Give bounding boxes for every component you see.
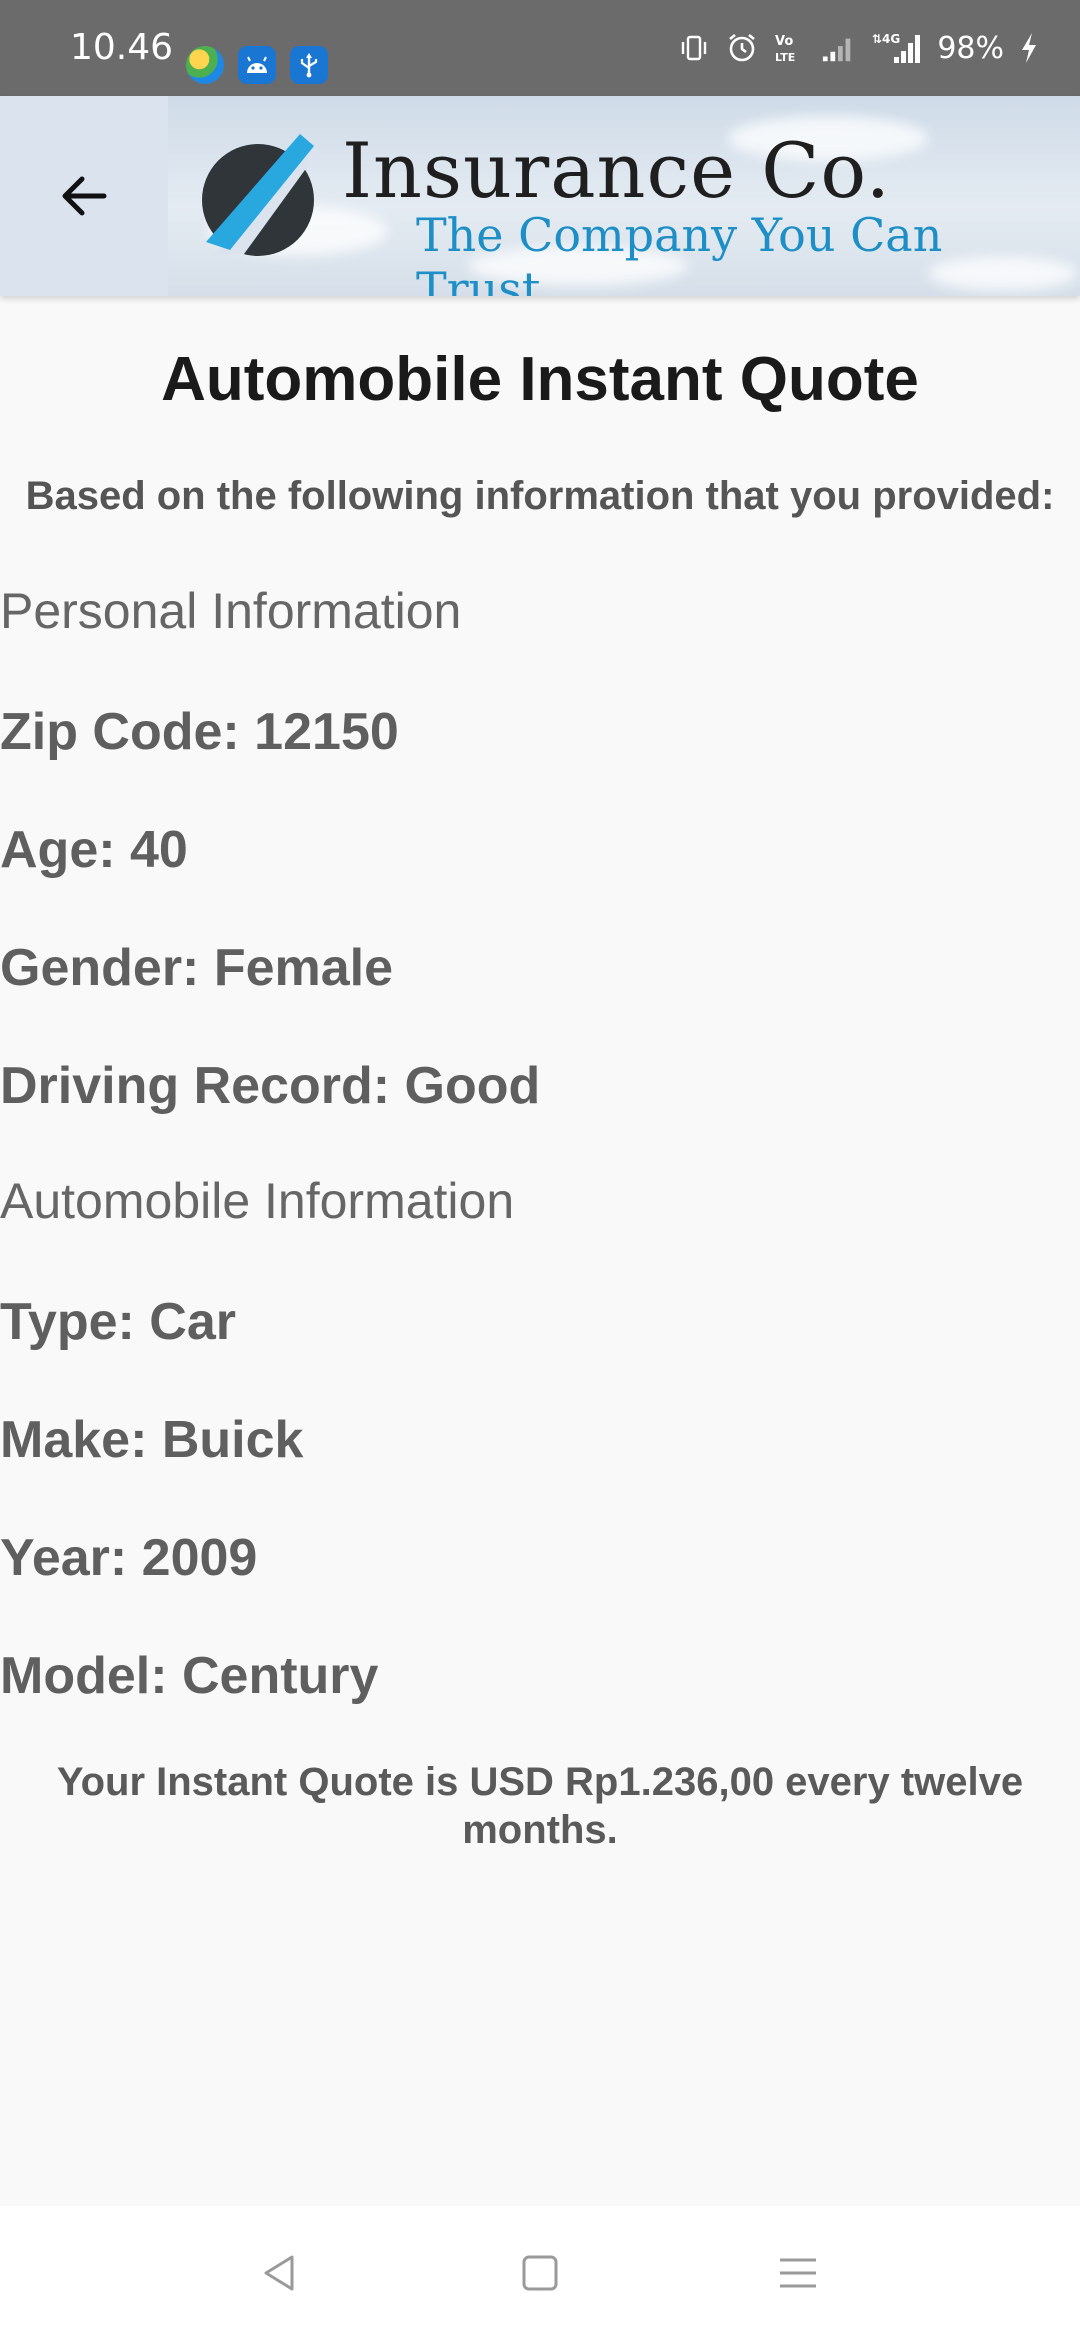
company-logo-icon <box>202 134 318 256</box>
nav-back-button[interactable] <box>250 2243 310 2303</box>
recents-menu-icon <box>780 2258 816 2288</box>
svg-text:Vo: Vo <box>775 34 793 49</box>
usb-icon <box>290 46 328 84</box>
logo-tagline: The Company You Can Trust <box>416 208 943 296</box>
status-time: 10.46 <box>70 27 174 68</box>
status-bar: 10.46 Vo LTE ⇅4G 98% <box>0 0 1080 96</box>
back-arrow-icon <box>62 176 107 216</box>
driving-record-field: Driving Record: Good <box>0 1057 541 1115</box>
automobile-info-heading: Automobile Information <box>0 1173 515 1229</box>
make-field: Make: Buick <box>0 1411 304 1469</box>
age-field: Age: 40 <box>0 821 188 879</box>
instant-quote-text: Your Instant Quote is USD Rp1.236,00 eve… <box>56 1760 1024 1852</box>
nav-recents-button[interactable] <box>768 2243 828 2303</box>
year-field: Year: 2009 <box>0 1529 258 1587</box>
subtitle: Based on the following information that … <box>25 474 1055 518</box>
vibrate-icon <box>677 31 711 65</box>
zip-code-field: Zip Code: 12150 <box>0 703 399 761</box>
page-title: Automobile Instant Quote <box>161 345 919 414</box>
back-triangle-icon <box>264 2255 294 2291</box>
logo-title: Insurance Co. <box>342 126 891 215</box>
personal-info-heading: Personal Information <box>0 583 462 639</box>
app-header: Insurance Co. The Company You Can Trust <box>0 96 1080 296</box>
gender-field: Gender: Female <box>0 939 394 997</box>
volte-icon: Vo LTE <box>773 31 807 65</box>
android-icon <box>238 46 276 84</box>
signal-icon <box>821 31 855 65</box>
battery-level: 98% <box>937 30 1004 66</box>
model-field: Model: Century <box>0 1647 379 1705</box>
charging-icon <box>1018 31 1040 65</box>
svg-text:⇅4G: ⇅4G <box>872 32 900 46</box>
alarm-icon <box>725 31 759 65</box>
edge-icon <box>186 46 224 84</box>
status-app-icons <box>186 46 328 84</box>
svg-text:LTE: LTE <box>775 51 795 64</box>
type-field: Type: Car <box>0 1293 236 1351</box>
nav-home-button[interactable] <box>510 2243 570 2303</box>
status-system-icons: Vo LTE ⇅4G 98% <box>677 0 1040 96</box>
home-square-icon <box>522 2255 558 2291</box>
system-nav-bar <box>0 2206 1080 2340</box>
4g-signal-icon: ⇅4G <box>869 31 923 65</box>
back-button[interactable] <box>52 164 116 228</box>
